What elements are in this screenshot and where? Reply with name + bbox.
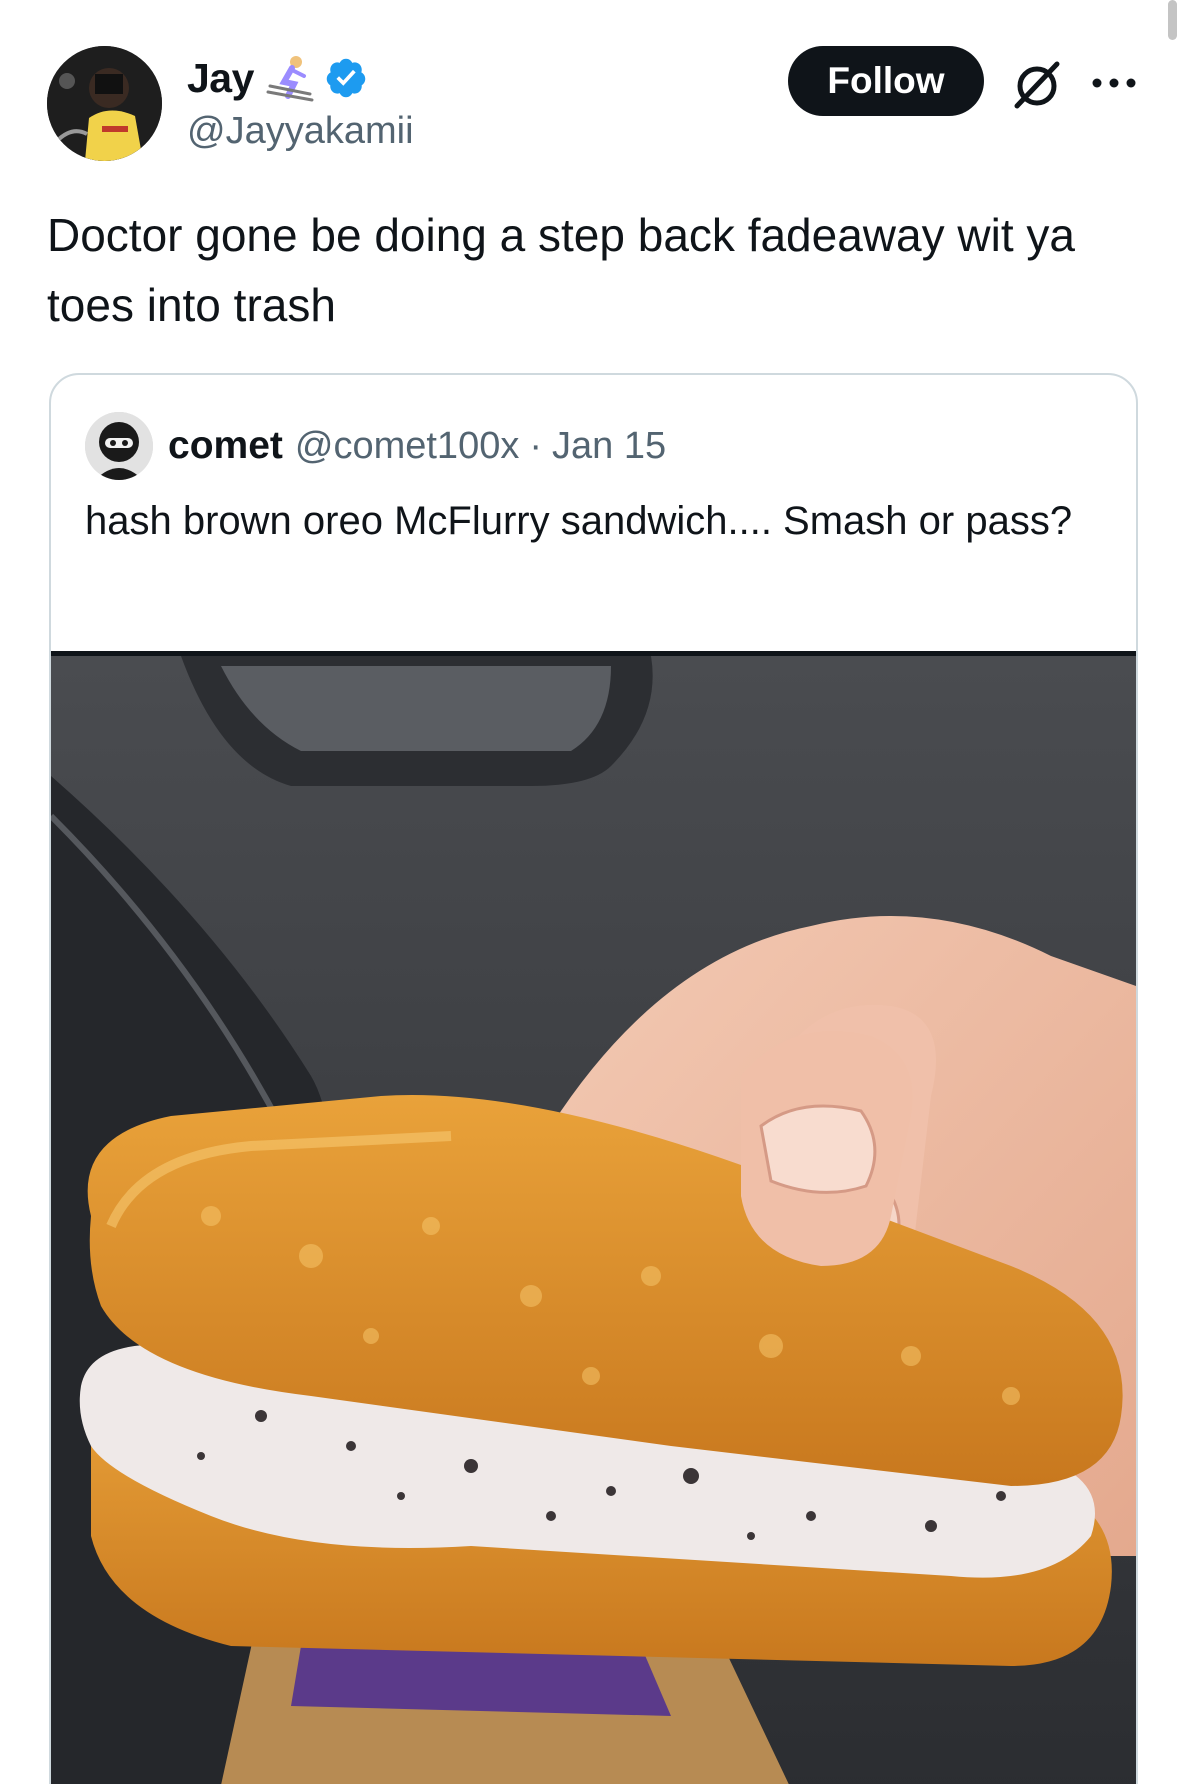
grok-icon[interactable]: [1009, 56, 1065, 112]
separator-dot: ·: [529, 424, 542, 467]
tweet-text: Doctor gone be doing a step back fadeawa…: [47, 209, 1075, 331]
quoted-tweet-header: comet @comet100x · Jan 15: [85, 411, 666, 481]
follow-button[interactable]: Follow: [788, 46, 984, 116]
scrollbar-thumb[interactable]: [1168, 0, 1177, 40]
quoted-date[interactable]: Jan 15: [552, 425, 666, 468]
tweet-header: Jay @Jayyakamii Follow: [47, 46, 1137, 166]
more-icon[interactable]: [1089, 68, 1139, 98]
verified-badge-icon: [326, 58, 366, 98]
quoted-author-handle[interactable]: @comet100x: [295, 425, 519, 468]
quoted-tweet-card[interactable]: comet @comet100x · Jan 15 hash brown ore…: [49, 373, 1138, 1784]
quoted-tweet-text: hash brown oreo McFlurry sandwich.... Sm…: [85, 499, 1073, 543]
skier-emoji-icon: [266, 56, 314, 102]
quoted-media-image[interactable]: [51, 651, 1136, 1784]
author-name[interactable]: Jay: [187, 55, 254, 102]
quoted-avatar[interactable]: [85, 412, 153, 480]
author-handle[interactable]: @Jayyakamii: [187, 110, 414, 153]
quoted-author-name[interactable]: comet: [168, 424, 283, 468]
avatar[interactable]: [47, 46, 162, 161]
